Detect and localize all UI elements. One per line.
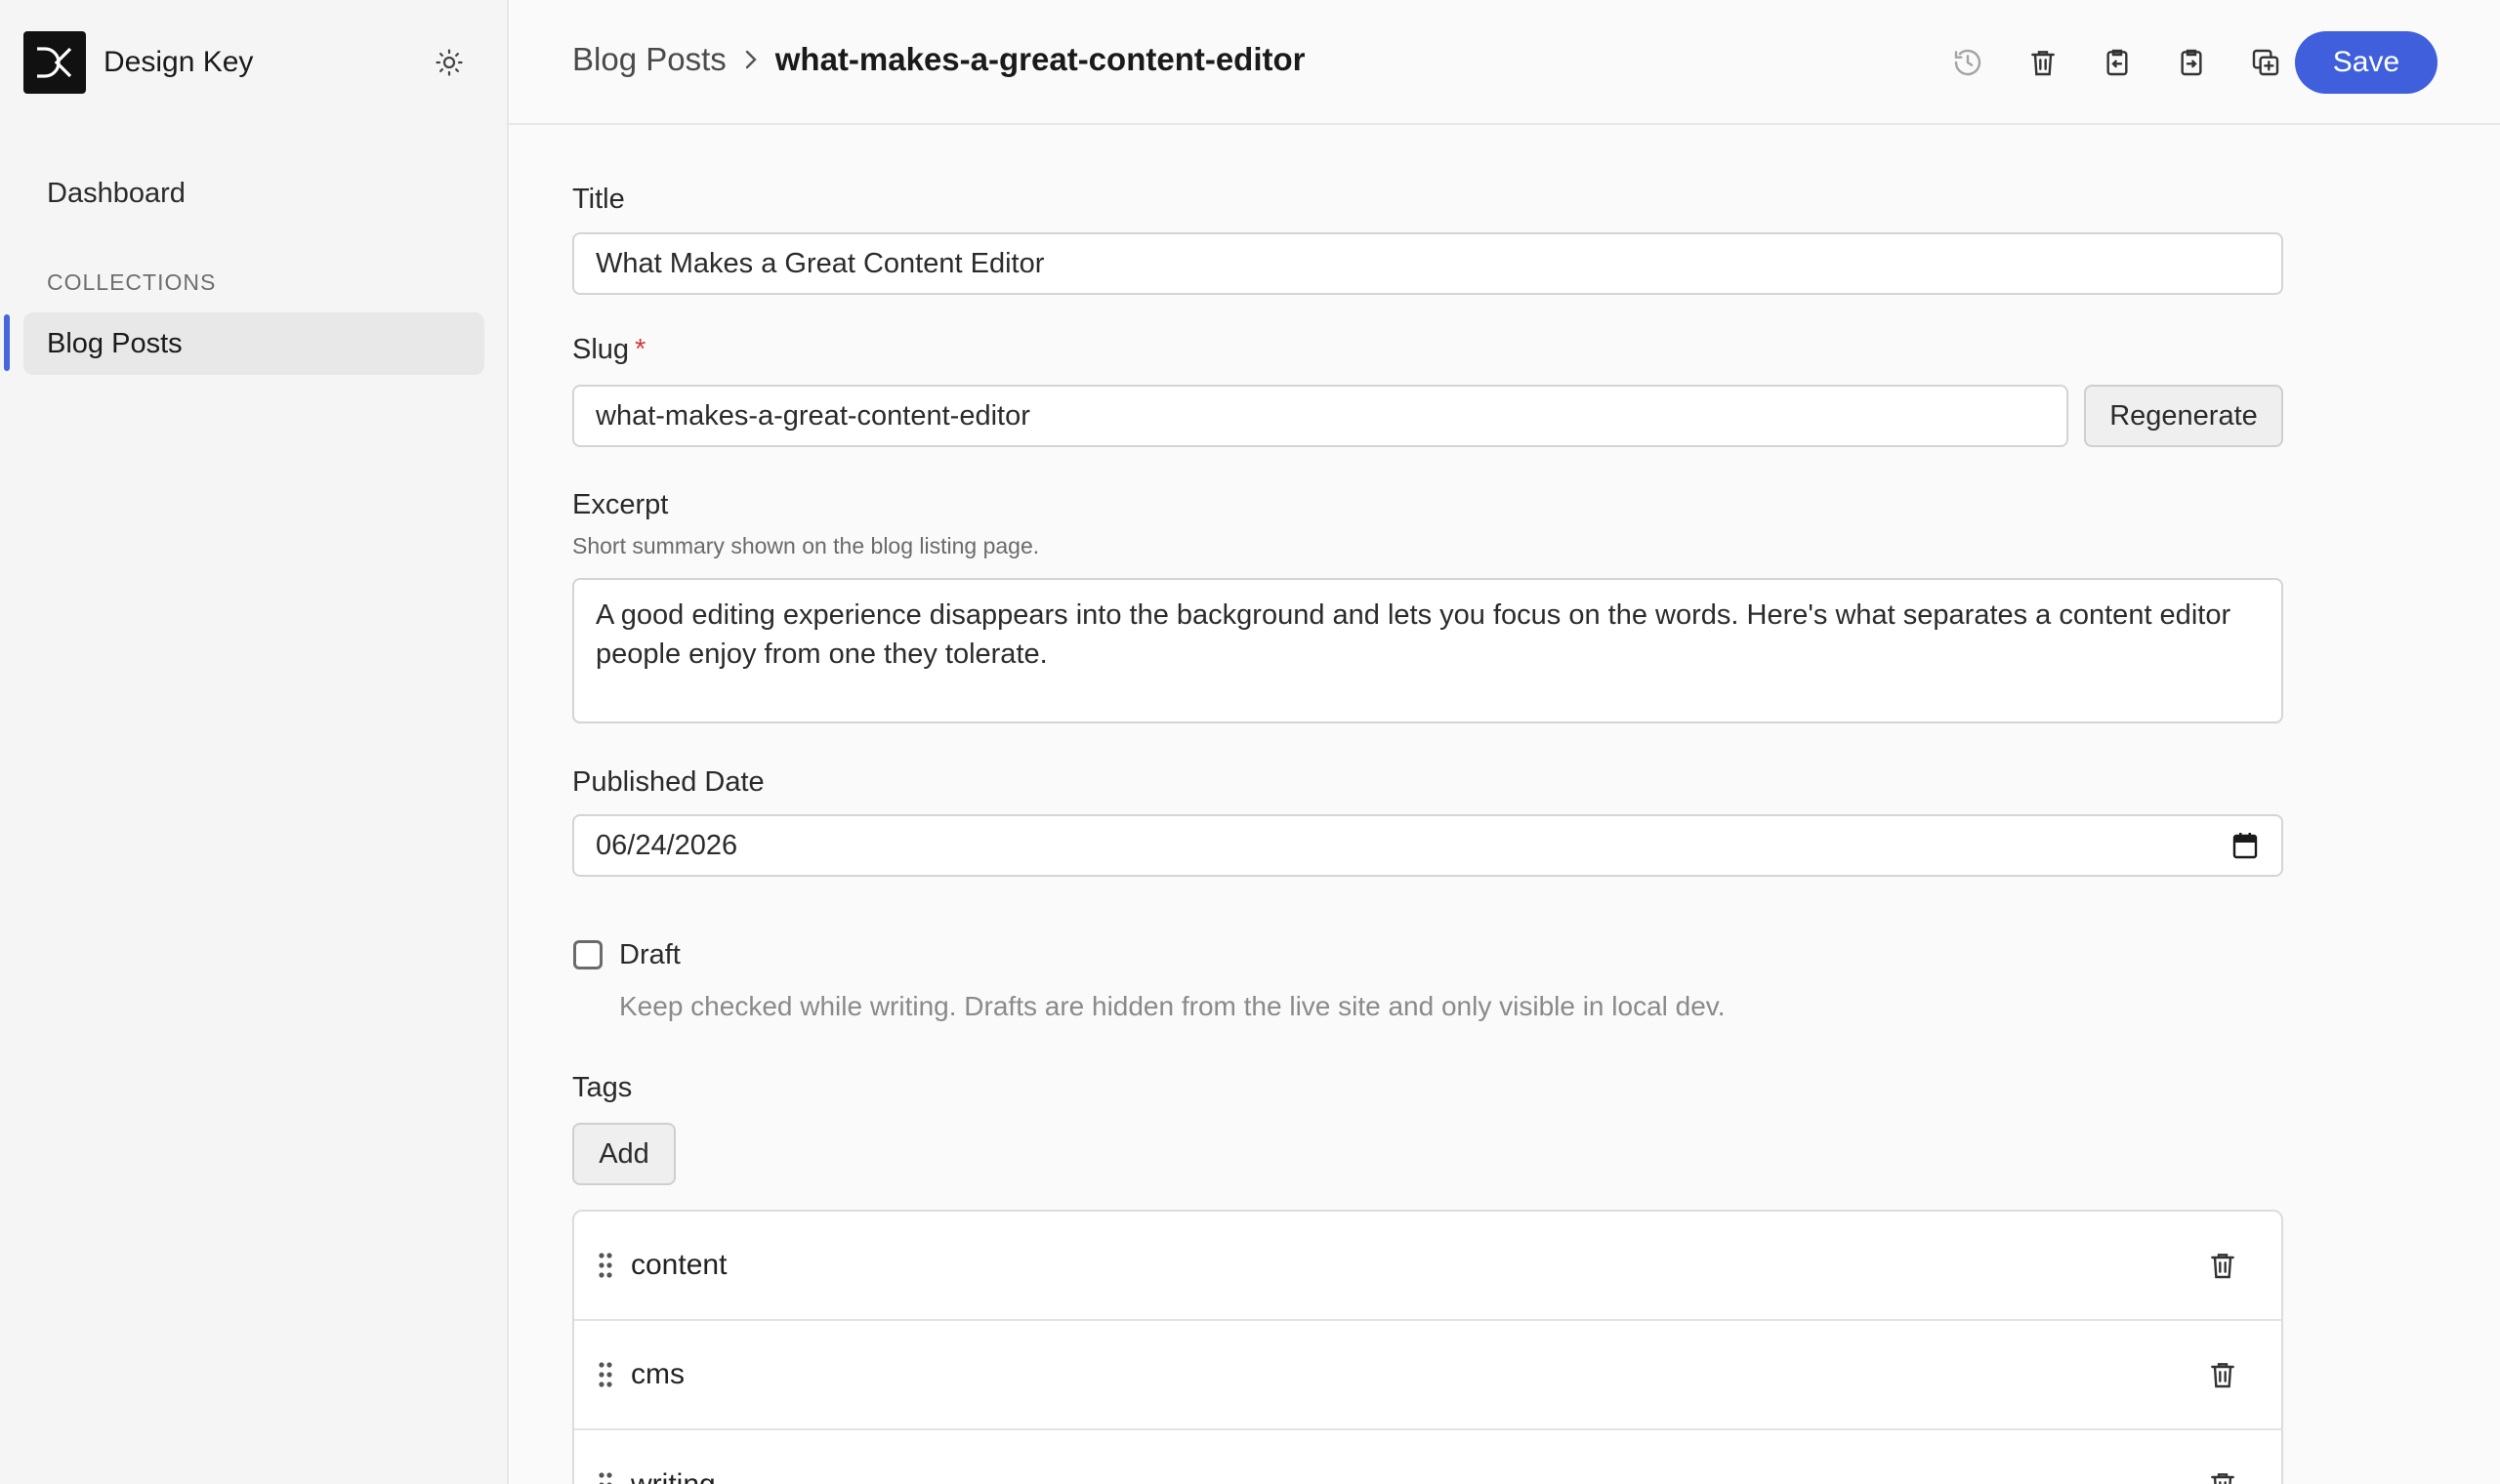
tag-value[interactable]: writing: [631, 1468, 716, 1484]
published-date-value: 06/24/2026: [596, 829, 738, 861]
export-button[interactable]: [2170, 41, 2213, 84]
list-item: writing: [574, 1430, 2281, 1484]
breadcrumb-parent-link[interactable]: Blog Posts: [572, 41, 727, 78]
trash-icon: [2211, 1363, 2234, 1388]
history-button[interactable]: [1946, 41, 1989, 84]
brand[interactable]: Design Key: [23, 31, 253, 94]
chevron-right-icon: [742, 49, 760, 70]
delete-tag-button[interactable]: [2203, 1465, 2242, 1484]
save-button[interactable]: Save: [2295, 31, 2438, 94]
excerpt-textarea[interactable]: A good editing experience disappears int…: [572, 578, 2283, 723]
published-date-label: Published Date: [572, 766, 765, 798]
history-icon: [1954, 49, 1981, 76]
header: Blog Posts what-makes-a-great-content-ed…: [509, 0, 2500, 125]
sidebar-item-blog-posts[interactable]: Blog Posts: [23, 312, 484, 375]
sidebar-section-collections: COLLECTIONS: [47, 269, 217, 295]
duplicate-button[interactable]: [2244, 41, 2287, 84]
sun-icon: [436, 49, 463, 76]
theme-toggle-button[interactable]: [430, 43, 469, 82]
tag-value[interactable]: content: [631, 1249, 727, 1282]
tag-list: content cms writing: [572, 1210, 2283, 1484]
sidebar-item-dashboard[interactable]: Dashboard: [23, 168, 484, 219]
excerpt-label: Excerpt: [572, 489, 669, 520]
title-label: Title: [572, 184, 625, 215]
active-indicator: [4, 314, 10, 371]
brand-name: Design Key: [104, 46, 254, 78]
breadcrumb-current: what-makes-a-great-content-editor: [774, 41, 1306, 77]
trash-icon: [2031, 51, 2055, 76]
slug-label-text: Slug: [572, 334, 630, 365]
delete-tag-button[interactable]: [2203, 1355, 2242, 1394]
published-date-input[interactable]: 06/24/2026: [572, 814, 2283, 877]
slug-input[interactable]: what-makes-a-great-content-editor: [572, 385, 2068, 447]
clipboard-export-icon: [2181, 49, 2202, 76]
import-button[interactable]: [2096, 41, 2139, 84]
tag-value[interactable]: cms: [631, 1358, 685, 1391]
trash-icon: [2211, 1254, 2234, 1279]
list-item: cms: [574, 1321, 2281, 1430]
title-input[interactable]: What Makes a Great Content Editor: [572, 232, 2283, 295]
draft-label[interactable]: Draft: [619, 939, 681, 971]
logo-icon: [23, 31, 86, 94]
drag-handle-icon[interactable]: [598, 1471, 613, 1484]
list-item: content: [574, 1212, 2281, 1321]
excerpt-help: Short summary shown on the blog listing …: [572, 533, 1040, 558]
breadcrumb: Blog Posts what-makes-a-great-content-ed…: [572, 41, 1306, 78]
slug-label: Slug *: [572, 334, 646, 366]
draft-help: Keep checked while writing. Drafts are h…: [619, 991, 1726, 1021]
calendar-icon[interactable]: [2232, 832, 2258, 867]
drag-handle-icon[interactable]: [598, 1361, 613, 1388]
trash-icon: [2211, 1473, 2234, 1484]
clipboard-import-icon: [2106, 49, 2128, 76]
drag-handle-icon[interactable]: [598, 1252, 613, 1279]
draft-checkbox[interactable]: [573, 940, 603, 969]
required-mark: *: [635, 334, 646, 365]
delete-tag-button[interactable]: [2203, 1246, 2242, 1285]
tags-label: Tags: [572, 1072, 633, 1103]
add-tag-button[interactable]: Add: [572, 1123, 676, 1185]
duplicate-icon: [2252, 49, 2279, 76]
delete-button[interactable]: [2021, 41, 2064, 84]
regenerate-slug-button[interactable]: Regenerate: [2084, 385, 2283, 447]
sidebar: Design Key Dashboard COLLECTIONS Blog Po…: [0, 0, 509, 1484]
